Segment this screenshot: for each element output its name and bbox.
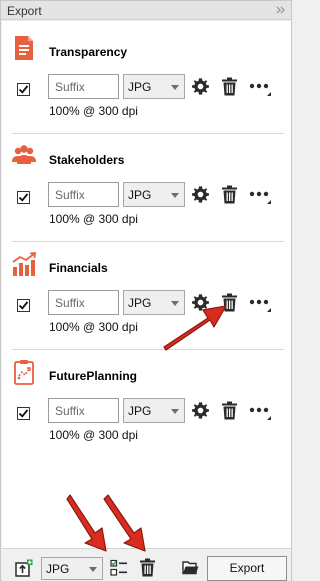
trash-icon[interactable] [221,77,238,96]
trash-icon[interactable] [221,293,238,312]
export-checkbox[interactable] [17,407,30,420]
suffix-input[interactable] [48,182,119,207]
section-divider [12,241,284,242]
artboard-title: FuturePlanning [49,369,137,383]
export-button[interactable]: Export [207,556,287,581]
checkmark-icon [18,301,29,310]
suffix-input[interactable] [48,398,119,423]
checkmark-icon [18,409,29,418]
checkmark-icon [18,193,29,202]
format-value: JPG [128,404,152,418]
export-checkbox[interactable] [17,83,30,96]
export-checkbox[interactable] [17,191,30,204]
format-value: JPG [128,296,152,310]
resolution-text: 100% @ 300 dpi [49,212,138,226]
more-options-icon[interactable] [248,78,272,96]
artboard-title: Financials [49,261,108,275]
panel-titlebar: Export [1,1,291,20]
suffix-input[interactable] [48,74,119,99]
dropdown-arrow-icon [171,409,179,414]
trash-icon[interactable] [221,185,238,204]
export-artboard-icon[interactable] [15,559,33,577]
gear-icon[interactable] [191,77,210,96]
footer-format-value: JPG [46,562,70,576]
artboard-list: Transparency JPG [2,21,291,548]
document-icon [15,36,33,60]
artboard-title: Stakeholders [49,153,125,167]
format-select[interactable]: JPG [123,74,185,99]
bar-chart-icon [12,251,37,276]
artboard-item: Transparency JPG [2,27,291,135]
panel-title: Export [7,4,42,18]
dropdown-arrow-icon [171,301,179,306]
resolution-text: 100% @ 300 dpi [49,320,138,334]
export-panel: Export Transparency JPG [0,0,292,581]
artboard-item: Stakeholders JPG [2,135,291,243]
export-checkbox[interactable] [17,299,30,312]
dropdown-arrow-icon [171,85,179,90]
double-chevron-right-icon[interactable] [275,4,287,16]
footer-format-select[interactable]: JPG [41,557,103,580]
format-select[interactable]: JPG [123,290,185,315]
suffix-input[interactable] [48,290,119,315]
checklist-icon[interactable] [110,559,128,577]
gear-icon[interactable] [191,185,210,204]
gear-icon[interactable] [191,401,210,420]
footer-toolbar: JPG Export [2,548,291,581]
more-options-icon[interactable] [248,402,272,420]
section-divider [12,349,284,350]
more-options-icon[interactable] [248,294,272,312]
trash-icon[interactable] [221,401,238,420]
resolution-text: 100% @ 300 dpi [49,428,138,442]
format-select[interactable]: JPG [123,398,185,423]
format-value: JPG [128,188,152,202]
people-icon [12,145,36,164]
format-select[interactable]: JPG [123,182,185,207]
dropdown-arrow-icon [171,193,179,198]
format-value: JPG [128,80,152,94]
artboard-title: Transparency [49,45,128,59]
dropdown-arrow-icon [89,567,97,572]
folder-icon[interactable] [182,560,199,575]
trash-icon[interactable] [139,558,156,577]
gear-icon[interactable] [191,293,210,312]
checkmark-icon [18,85,29,94]
resolution-text: 100% @ 300 dpi [49,104,138,118]
artboard-item: Financials JPG [2,243,291,351]
artboard-item: FuturePlanning JPG [2,351,291,459]
more-options-icon[interactable] [248,186,272,204]
clipboard-icon [14,360,34,385]
section-divider [12,133,284,134]
